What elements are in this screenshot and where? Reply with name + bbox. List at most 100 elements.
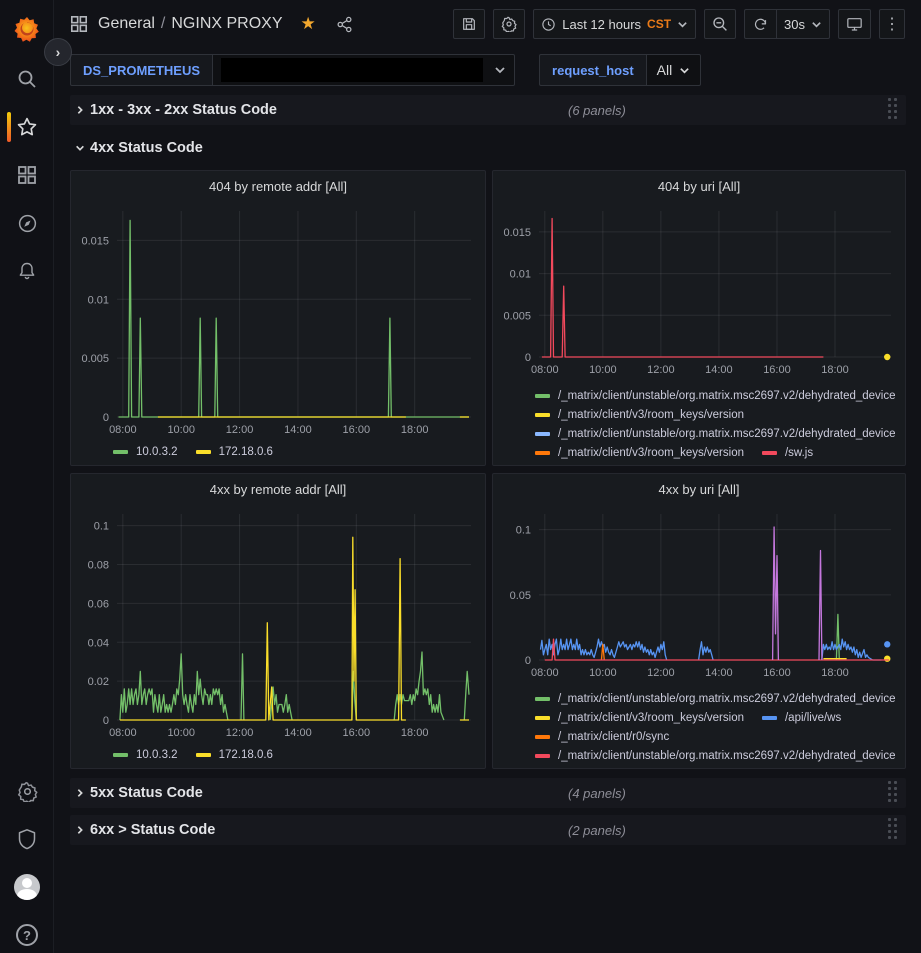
panel-title[interactable]: 4xx by uri [All] [493, 474, 905, 504]
time-range-picker[interactable]: Last 12 hours CST [533, 9, 696, 39]
chevron-down-icon [811, 19, 822, 30]
time-range-label: Last 12 hours [562, 17, 641, 32]
sidebar-item-dashboards[interactable] [0, 158, 54, 192]
refresh-button[interactable] [744, 9, 776, 39]
legend-item[interactable]: /_matrix/client/r0/sync [535, 731, 669, 743]
legend-label: /_matrix/client/unstable/org.matrix.msc2… [558, 390, 896, 402]
svg-text:10:00: 10:00 [589, 364, 617, 376]
breadcrumb: General/NGINX PROXY [98, 15, 283, 33]
dashboard-settings-button[interactable] [493, 9, 525, 39]
legend-item[interactable]: 10.0.3.2 [113, 446, 178, 458]
legend-item[interactable]: /_matrix/client/unstable/org.matrix.msc2… [535, 390, 896, 402]
row-header-4xx[interactable]: 4xx Status Code [70, 133, 906, 163]
legend-item[interactable]: 172.18.0.6 [196, 446, 273, 458]
legend-label: /_matrix/client/unstable/org.matrix.msc2… [558, 428, 896, 440]
apps-grid-icon[interactable] [70, 15, 88, 33]
row-drag-handle[interactable] [888, 818, 900, 842]
legend-label: /_matrix/client/v3/room_keys/version [558, 712, 744, 724]
explore-compass-icon[interactable] [0, 206, 54, 240]
row-drag-handle[interactable] [888, 781, 900, 805]
save-dashboard-button[interactable] [453, 9, 485, 39]
legend-label: 10.0.3.2 [136, 749, 178, 761]
legend-swatch [535, 451, 550, 455]
chevron-right-icon [70, 788, 90, 798]
legend-swatch [535, 697, 550, 701]
legend-swatch [113, 753, 128, 757]
timeseries-chart[interactable]: 00.0050.010.01508:0010:0012:0014:0016:00… [71, 201, 485, 444]
tv-kiosk-button[interactable] [838, 9, 871, 39]
svg-text:10:00: 10:00 [167, 727, 195, 739]
timeseries-chart[interactable]: 00.020.040.060.080.108:0010:0012:0014:00… [71, 504, 485, 747]
chevron-down-icon [679, 65, 690, 76]
svg-text:10:00: 10:00 [167, 424, 195, 436]
legend-item[interactable]: 10.0.3.2 [113, 749, 178, 761]
sidebar-item-starred[interactable] [0, 110, 54, 144]
legend-swatch [535, 716, 550, 720]
row-title: 1xx - 3xx - 2xx Status Code [90, 102, 277, 118]
kebab-menu-button[interactable]: ⋮ [879, 9, 905, 39]
refresh-interval-select[interactable]: 30s [776, 9, 830, 39]
svg-text:16:00: 16:00 [763, 667, 791, 679]
chevron-down-icon [677, 19, 688, 30]
timeseries-chart[interactable]: 00.0050.010.01508:0010:0012:0014:0016:00… [493, 201, 905, 384]
svg-text:08:00: 08:00 [531, 667, 559, 679]
legend-label: 172.18.0.6 [219, 749, 273, 761]
alerting-bell-icon[interactable] [0, 254, 54, 288]
breadcrumb-section[interactable]: General [98, 15, 155, 32]
request-host-variable-label[interactable]: request_host [539, 54, 646, 86]
legend-item[interactable]: /_matrix/client/unstable/org.matrix.msc2… [535, 428, 896, 440]
legend-item[interactable]: 172.18.0.6 [196, 749, 273, 761]
row-drag-handle[interactable] [888, 98, 900, 122]
svg-text:0.01: 0.01 [88, 294, 109, 306]
svg-text:0.02: 0.02 [88, 676, 109, 688]
svg-text:0: 0 [525, 352, 531, 364]
header-bar: General/NGINX PROXY ★ [54, 0, 921, 48]
legend-item[interactable]: /_matrix/client/v3/room_keys/version [535, 712, 744, 724]
legend-swatch [535, 735, 550, 739]
search-icon[interactable] [0, 62, 54, 96]
row-header-1xx[interactable]: 1xx - 3xx - 2xx Status Code (6 panels) [70, 95, 906, 125]
legend-label: /_matrix/client/r0/sync [558, 731, 669, 743]
chevron-right-icon [70, 825, 90, 835]
kebab-icon: ⋮ [884, 14, 900, 34]
variables-toolbar: DS_PROMETHEUS request_host All [54, 48, 921, 92]
legend-swatch [535, 754, 550, 758]
configuration-gear-icon[interactable] [0, 774, 54, 808]
legend-item[interactable]: /sw.js [762, 447, 813, 459]
legend-item[interactable]: /_matrix/client/unstable/org.matrix.msc2… [535, 750, 896, 762]
request-host-variable-select[interactable]: All [646, 54, 702, 86]
panel-404-by-remote-addr: 404 by remote addr [All] 00.0050.010.015… [70, 170, 486, 466]
dashboard-title[interactable]: NGINX PROXY [171, 15, 282, 32]
legend-item[interactable]: /_matrix/client/unstable/org.matrix.msc2… [535, 693, 896, 705]
svg-text:0.05: 0.05 [510, 590, 531, 602]
admin-shield-icon[interactable] [0, 822, 54, 856]
datasource-variable-select[interactable] [212, 54, 515, 86]
svg-text:12:00: 12:00 [647, 364, 675, 376]
row-header-5xx[interactable]: 5xx Status Code (4 panels) [70, 778, 906, 808]
svg-text:18:00: 18:00 [821, 364, 849, 376]
favorite-star-icon[interactable]: ★ [301, 14, 316, 34]
zoom-out-time-button[interactable] [704, 9, 736, 39]
share-icon[interactable] [336, 16, 353, 33]
legend-item[interactable]: /api/live/ws [762, 712, 841, 724]
grafana-dashboard: ? › General/NGINX PROXY ★ [0, 0, 921, 953]
refresh-group: 30s [744, 9, 830, 39]
svg-text:18:00: 18:00 [401, 727, 429, 739]
timeseries-chart[interactable]: 00.050.108:0010:0012:0014:0016:0018:00 [493, 504, 905, 687]
svg-text:0.08: 0.08 [88, 560, 109, 572]
dotted-leader [211, 141, 564, 152]
sidebar-expand-button[interactable]: › [44, 38, 72, 66]
panel-title[interactable]: 404 by uri [All] [493, 171, 905, 201]
grafana-logo[interactable] [0, 12, 54, 46]
help-icon[interactable]: ? [0, 918, 54, 952]
legend-item[interactable]: /_matrix/client/v3/room_keys/version [535, 447, 744, 459]
row-header-6xx[interactable]: 6xx > Status Code (2 panels) [70, 815, 906, 845]
panel-title[interactable]: 4xx by remote addr [All] [71, 474, 485, 504]
datasource-variable-label[interactable]: DS_PROMETHEUS [70, 54, 212, 86]
svg-text:0.005: 0.005 [503, 310, 531, 322]
panel-title[interactable]: 404 by remote addr [All] [71, 171, 485, 201]
legend-item[interactable]: /_matrix/client/v3/room_keys/version [535, 409, 744, 421]
refresh-interval-value: 30s [784, 17, 805, 32]
user-avatar[interactable] [0, 870, 54, 904]
chevron-down-icon [70, 143, 90, 153]
